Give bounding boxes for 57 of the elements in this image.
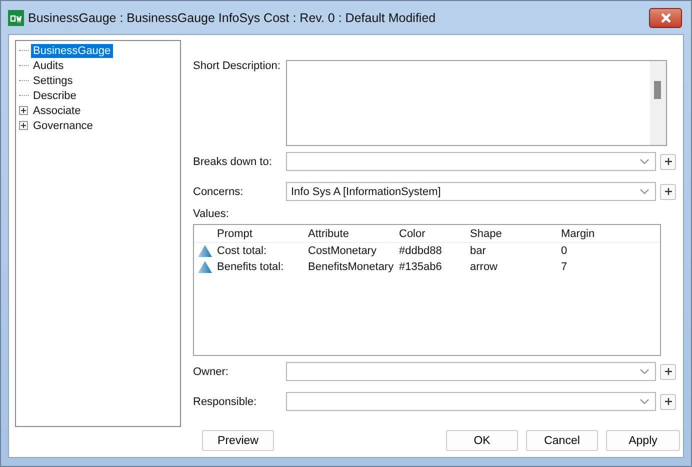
tree-item[interactable]: Describe: [31, 88, 78, 102]
table-cell-text: #135ab6: [398, 261, 443, 273]
add-button[interactable]: [660, 364, 676, 380]
dialog-button[interactable]: OK: [446, 430, 518, 451]
window-title: BusinessGauge : BusinessGauge InfoSys Cost : Rev. 0 : Default Modified: [28, 10, 437, 24]
plus-icon: [664, 158, 672, 165]
chevron-down-icon: [640, 369, 649, 374]
dropdown-field[interactable]: Info Sys A [InformationSystem]: [286, 182, 656, 201]
plus-icon: [664, 368, 672, 375]
column-header[interactable]: Attribute: [307, 228, 398, 240]
expand-icon[interactable]: [19, 121, 28, 130]
table-cell-text: #ddbd88: [398, 245, 443, 257]
field-label: Values:: [193, 208, 230, 220]
field-label: Short Description:: [193, 60, 282, 72]
add-button[interactable]: [660, 394, 676, 410]
chevron-down-icon: [640, 159, 649, 164]
close-button[interactable]: [649, 8, 682, 28]
field-label: Concerns:: [193, 186, 244, 198]
table-cell-text: 0: [560, 245, 568, 257]
tree-item[interactable]: BusinessGauge: [31, 44, 113, 58]
description-field[interactable]: [286, 60, 667, 146]
field-label: Responsible:: [193, 396, 258, 408]
chevron-down-icon: [640, 189, 649, 194]
table-cell-text: CostMonetary: [307, 245, 378, 257]
column-header[interactable]: Prompt: [216, 228, 307, 240]
field-label: Breaks down to:: [193, 156, 273, 168]
plus-icon: [664, 398, 672, 405]
app-logo-icon: [8, 10, 24, 26]
chevron-down-icon: [640, 399, 649, 404]
column-header[interactable]: Margin: [560, 228, 647, 240]
preview-button[interactable]: Preview: [202, 430, 274, 451]
dropdown-field[interactable]: [286, 392, 656, 411]
tree-item[interactable]: Audits: [31, 58, 66, 72]
expand-icon[interactable]: [19, 106, 28, 115]
tree-item[interactable]: Associate: [31, 104, 83, 118]
dropdown-field[interactable]: [286, 152, 656, 171]
field-label: Owner:: [193, 366, 230, 378]
tree-item[interactable]: Governance: [31, 118, 95, 132]
dropdown-field[interactable]: [286, 362, 656, 381]
table-cell-text: Benefits total:: [216, 261, 285, 273]
table-cell-text: bar: [469, 245, 487, 257]
dialog-button[interactable]: Apply: [606, 430, 680, 451]
add-button[interactable]: [660, 154, 676, 170]
pyramid-icon: [198, 245, 212, 257]
scrollbar[interactable]: [650, 61, 666, 145]
pyramid-icon: [198, 261, 212, 273]
column-header[interactable]: Color: [398, 228, 469, 240]
column-header[interactable]: Shape: [469, 228, 560, 240]
add-button[interactable]: [660, 184, 676, 200]
tree-item[interactable]: Settings: [31, 74, 75, 88]
table-cell-text: Cost total:: [216, 245, 268, 257]
table-cell-text: arrow: [469, 261, 499, 273]
dialog-button[interactable]: Cancel: [526, 430, 598, 451]
plus-icon: [664, 188, 672, 195]
close-icon: [660, 12, 672, 22]
table-cell-text: BenefitsMonetary: [307, 261, 395, 273]
table-cell-text: 7: [560, 261, 568, 273]
